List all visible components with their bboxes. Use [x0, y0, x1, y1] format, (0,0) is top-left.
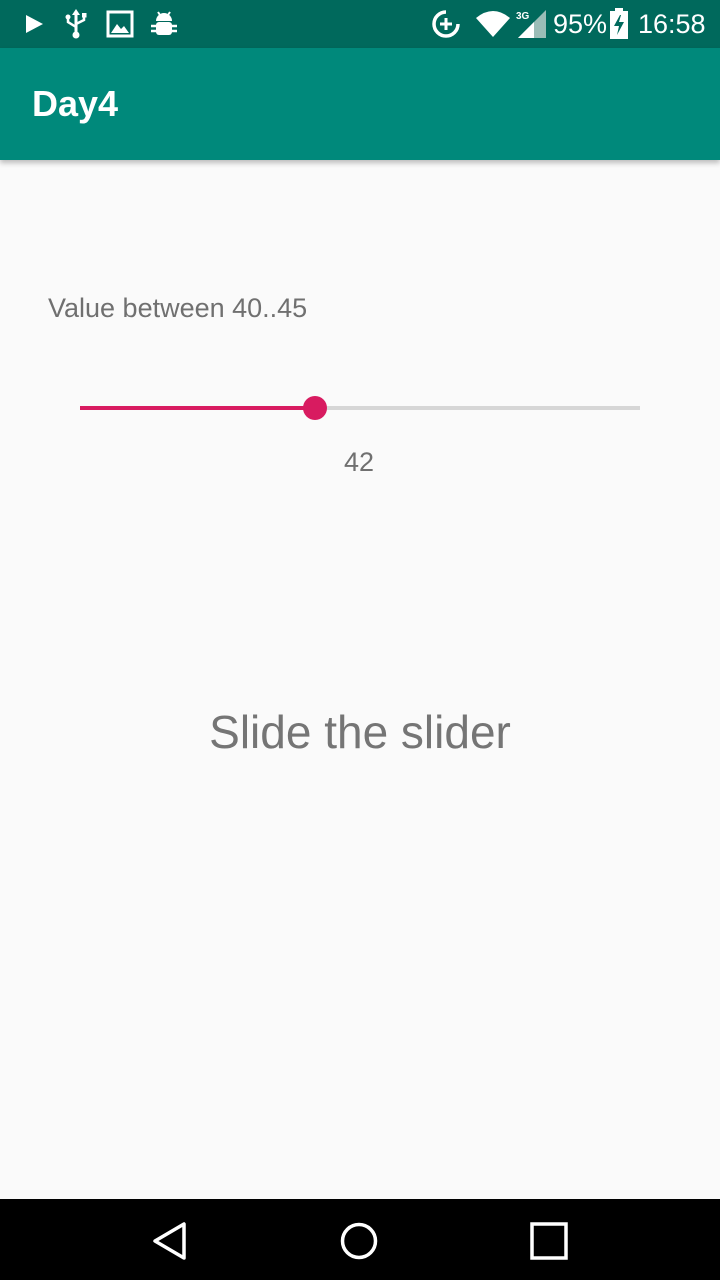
- play-store-icon: [18, 8, 50, 40]
- app-bar: Day4: [0, 48, 720, 160]
- slider-active-track: [80, 406, 315, 410]
- battery-percent: 95%: [553, 9, 608, 39]
- cellular-3g-icon: 3G: [514, 8, 548, 40]
- battery-charging-icon: [606, 8, 632, 40]
- status-bar: 3G 95% 16:58: [0, 0, 720, 48]
- back-icon[interactable]: [146, 1217, 194, 1265]
- network-type-label: 3G: [516, 11, 530, 22]
- clock: 16:58: [638, 9, 706, 39]
- value-slider[interactable]: [80, 388, 640, 428]
- prompt-text: Slide the slider: [209, 706, 511, 758]
- app-title: Day4: [32, 83, 119, 124]
- home-icon[interactable]: [335, 1217, 383, 1265]
- android-debug-icon: [148, 8, 180, 40]
- data-saver-icon: [430, 8, 462, 40]
- recents-icon[interactable]: [525, 1217, 573, 1265]
- image-icon: [104, 8, 136, 40]
- wifi-icon: [474, 8, 512, 40]
- usb-icon: [60, 8, 92, 40]
- main-content: Value between 40..45 42 Slide the slider: [0, 160, 720, 1199]
- slider-value-label: 42: [343, 447, 375, 477]
- range-label: Value between 40..45: [48, 293, 308, 323]
- navigation-bar: [0, 1199, 720, 1280]
- slider-thumb[interactable]: [303, 396, 327, 420]
